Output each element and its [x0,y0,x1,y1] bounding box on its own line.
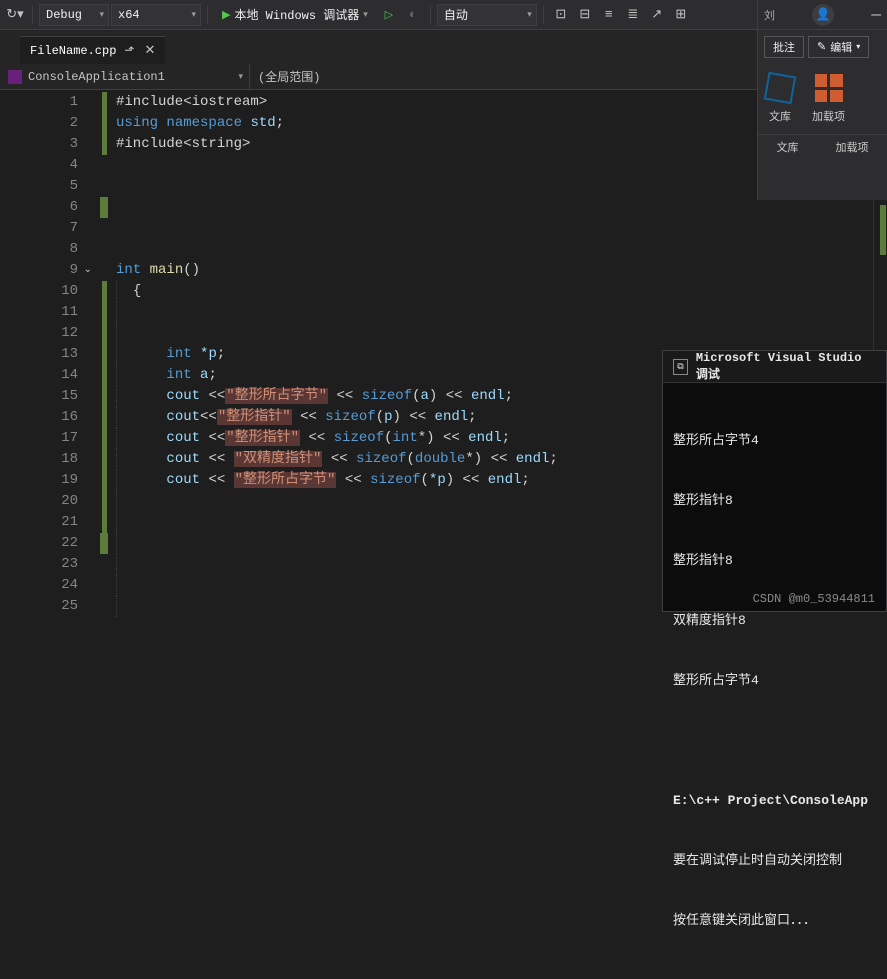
right-side-panel: 刘 👤 — 批注 ✎编辑▾ 文库 加载项 文库 加载项 [757,0,887,200]
play-outline-icon[interactable]: ▷ [378,4,400,26]
fold-caret-icon[interactable]: ⌄ [84,260,92,281]
user-initial: 刘 [764,7,775,23]
console-titlebar[interactable]: ⧉ Microsoft Visual Studio 调试 [663,351,886,383]
auto-combo[interactable]: 自动 [437,4,537,26]
loader-footer-label: 加载项 [836,139,869,155]
main-toolbar: ↻▾ Debug x64 ▶ 本地 Windows 调试器 ▾ ▷ ◐ 自动 ⊡… [0,0,887,30]
share-icon[interactable]: ↗ [646,4,668,26]
extensions-icon[interactable]: ⊞ [670,4,692,26]
window-tool2-icon[interactable]: ⊟ [574,4,596,26]
console-line: 双精度指针8 [673,611,876,631]
console-line: 整形所占字节4 [673,671,876,691]
console-line: 按任意键关闭此窗口．．． [673,911,876,931]
watermark-text: CSDN @m0_53944811 [753,592,875,606]
close-icon[interactable]: ✕ [142,43,157,58]
minimize-icon[interactable]: — [871,6,881,24]
outdent-icon[interactable]: ≣ [622,4,644,26]
console-line: 整形指针8 [673,491,876,511]
platform-combo[interactable]: x64 [111,4,201,26]
undo-dropdown-icon[interactable]: ↻▾ [4,4,26,26]
file-tab[interactable]: FileName.cpp ⬏ ✕ [20,36,165,64]
console-line: 要在调试停止时自动关闭控制 [673,851,876,871]
config-combo[interactable]: Debug [39,4,109,26]
console-line: 整形所占字节4 [673,431,876,451]
line-gutter: 12345678 9⌄ 1011121314151617181920212223… [0,90,98,610]
loader-item[interactable]: 加载项 [812,74,845,124]
loader-icon [815,74,843,102]
library-icon [764,72,796,104]
disabled-tool-icon[interactable]: ◐ [402,4,424,26]
tab-bar: FileName.cpp ⬏ ✕ ⚙ [0,30,887,64]
indent-icon[interactable]: ≡ [598,4,620,26]
project-icon [8,70,22,84]
pencil-icon: ✎ [817,40,826,54]
pin-icon[interactable]: ⬏ [124,43,134,58]
console-app-icon: ⧉ [673,359,688,375]
scope-label: (全局范围) [258,68,320,85]
edit-button[interactable]: ✎编辑▾ [808,36,869,58]
file-tab-label: FileName.cpp [30,44,116,58]
play-icon: ▶ [222,8,230,22]
library-item[interactable]: 文库 [766,74,794,124]
annotate-button[interactable]: 批注 [764,36,804,58]
project-name: ConsoleApplication1 [28,70,165,84]
project-combo[interactable]: ConsoleApplication1 [0,64,250,89]
console-title-text: Microsoft Visual Studio 调试 [696,351,876,382]
debugger-label: 本地 Windows 调试器 [234,6,359,23]
user-avatar-icon[interactable]: 👤 [812,4,834,26]
console-output[interactable]: 整形所占字节4 整形指针8 整形指针8 双精度指针8 整形所占字节4 E:\c+… [663,383,886,979]
console-line: 整形指针8 [673,551,876,571]
navigation-bar: ConsoleApplication1 (全局范围) [0,64,887,90]
start-debugging-button[interactable]: ▶ 本地 Windows 调试器 ▾ [214,4,376,26]
console-line: E:\c++ Project\ConsoleApp [673,791,876,811]
library-footer-label: 文库 [777,139,799,155]
window-tool1-icon[interactable]: ⊡ [550,4,572,26]
debug-console: ⧉ Microsoft Visual Studio 调试 整形所占字节4 整形指… [662,350,887,612]
